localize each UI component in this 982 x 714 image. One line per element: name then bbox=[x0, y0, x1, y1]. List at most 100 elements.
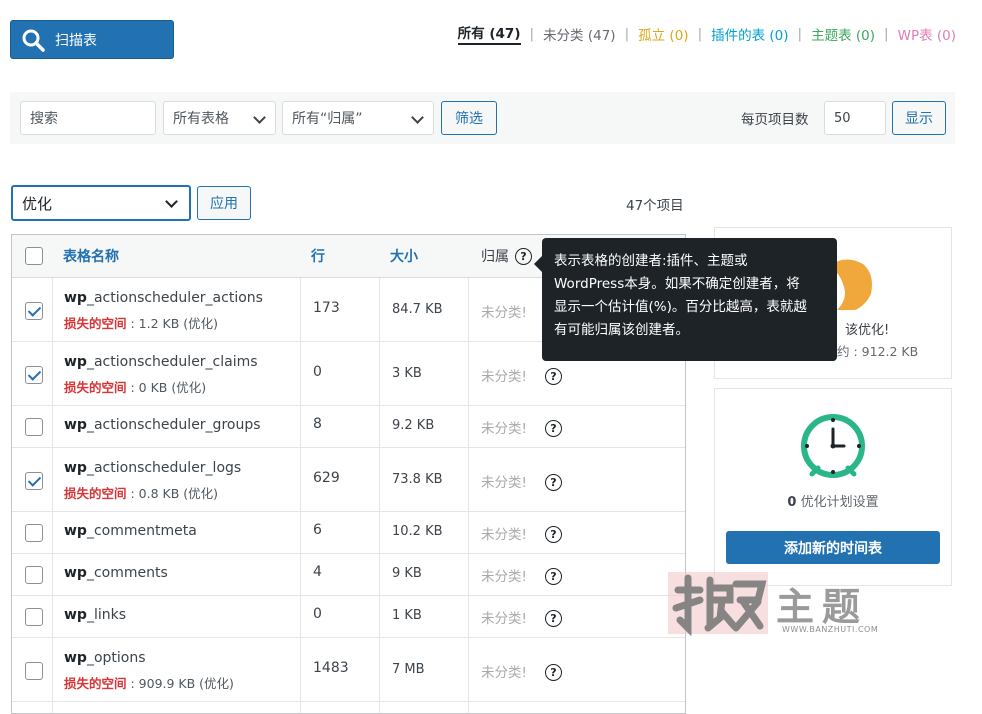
select-all-checkbox[interactable] bbox=[25, 247, 43, 265]
column-rows[interactable]: 行 bbox=[311, 235, 325, 277]
schedule-count-label: 优化计划设置 bbox=[796, 495, 879, 510]
filter-button[interactable]: 筛选 bbox=[441, 101, 497, 135]
row-checkbox[interactable] bbox=[25, 662, 43, 680]
optimize-title: 该优化! bbox=[845, 323, 890, 338]
table-size: 9.2 KB bbox=[392, 418, 435, 433]
add-schedule-button[interactable]: 添加新的时间表 bbox=[726, 531, 940, 564]
tab-orphan[interactable]: 孤立 (0) bbox=[638, 24, 688, 44]
table-size: 1 KB bbox=[392, 608, 422, 623]
row-checkbox[interactable] bbox=[25, 524, 43, 542]
table-type-select[interactable]: 所有表格 bbox=[163, 101, 276, 135]
table-size: 10.2 KB bbox=[392, 524, 443, 539]
table-name: _links bbox=[86, 607, 127, 623]
bulk-action-select[interactable]: 优化 bbox=[11, 185, 191, 221]
tab-separator: | bbox=[624, 25, 630, 42]
table-name-link[interactable]: wp_actionscheduler_claims bbox=[64, 354, 258, 370]
owner-select[interactable]: 所有“归属” bbox=[282, 101, 434, 135]
question-icon[interactable]: ? bbox=[545, 610, 562, 627]
table-prefix: wp bbox=[64, 607, 87, 623]
table-name-link[interactable]: wp_commentmeta bbox=[64, 523, 197, 539]
row-checkbox[interactable] bbox=[25, 366, 43, 384]
table-name-link[interactable]: wp_actionscheduler_groups bbox=[64, 417, 261, 433]
schedule-count: 0 优化计划设置 bbox=[715, 491, 951, 510]
table-name-link[interactable]: wp_comments bbox=[64, 565, 168, 581]
tooltip-line: 表示表格的创建者:插件、主题或 bbox=[554, 253, 748, 269]
table-prefix: wp bbox=[64, 417, 87, 433]
table-size: 9 KB bbox=[392, 566, 422, 581]
table-prefix: wp bbox=[64, 354, 87, 370]
question-icon[interactable]: ? bbox=[545, 526, 562, 543]
tab-uncategorized[interactable]: 未分类 (47) bbox=[543, 24, 616, 44]
table-owner: 未分类! bbox=[481, 527, 527, 543]
question-icon[interactable]: ? bbox=[545, 420, 562, 437]
row-checkbox[interactable] bbox=[25, 566, 43, 584]
lost-space: 损失的空间 : 909.9 KB (优化) bbox=[64, 673, 234, 692]
tab-plugin-tables[interactable]: 插件的表 (0) bbox=[711, 24, 788, 44]
row-checkbox[interactable] bbox=[25, 472, 43, 490]
table-row: wp_comments 4 9 KB 未分类!? bbox=[12, 553, 685, 596]
tooltip-line: WordPress本身。如果不确定创建者，将 bbox=[554, 276, 800, 292]
search-icon bbox=[22, 29, 45, 52]
lost-space-label: 损失的空间 bbox=[64, 380, 127, 395]
apply-button[interactable]: 应用 bbox=[197, 186, 251, 220]
scan-tables-button[interactable]: 扫描表 bbox=[10, 20, 174, 59]
table-row: wp_commentmeta 6 10.2 KB 未分类!? bbox=[12, 511, 685, 554]
lost-space-label: 损失的空间 bbox=[64, 316, 127, 331]
question-icon[interactable]: ? bbox=[545, 568, 562, 585]
column-size[interactable]: 大小 bbox=[390, 235, 418, 277]
row-checkbox[interactable] bbox=[25, 608, 43, 626]
lost-space-value[interactable]: : 1.2 KB (优化) bbox=[127, 316, 218, 331]
table-prefix: wp bbox=[64, 565, 87, 581]
row-count: 1483 bbox=[313, 660, 349, 676]
lost-space-label: 损失的空间 bbox=[64, 486, 127, 501]
table-owner: 未分类! bbox=[481, 611, 527, 627]
table-prefix: wp bbox=[64, 290, 87, 306]
tab-theme-tables[interactable]: 主题表 (0) bbox=[811, 24, 875, 44]
search-input[interactable]: 搜索 bbox=[20, 101, 156, 135]
row-checkbox[interactable] bbox=[25, 302, 43, 320]
table-prefix: wp bbox=[64, 460, 87, 476]
clock-icon bbox=[801, 414, 865, 478]
lost-space: 损失的空间 : 1.2 KB (优化) bbox=[64, 313, 218, 332]
row-count: 629 bbox=[313, 470, 340, 486]
lost-space-value[interactable]: : 0 KB (优化) bbox=[127, 380, 206, 395]
row-count: 0 bbox=[313, 364, 322, 380]
table-name-link[interactable]: wp_actionscheduler_logs bbox=[64, 460, 241, 476]
table-prefix: wp bbox=[64, 523, 87, 539]
table-owner: 未分类! bbox=[481, 369, 527, 385]
owner-help-tooltip: 表示表格的创建者:插件、主题或 WordPress本身。如果不确定创建者，将 显… bbox=[534, 238, 837, 361]
lost-space: 损失的空间 : 0 KB (优化) bbox=[64, 377, 206, 396]
per-page-label: 每页项目数 bbox=[741, 112, 809, 128]
table-name-link[interactable]: wp_links bbox=[64, 607, 126, 623]
question-icon[interactable]: ? bbox=[515, 247, 532, 265]
tab-separator: | bbox=[529, 25, 535, 42]
item-count: 47个项目 bbox=[626, 198, 684, 214]
question-icon[interactable]: ? bbox=[545, 368, 562, 385]
tooltip-line: 显示一个估计值(%)。百分比越高，表就越 bbox=[554, 299, 807, 315]
tab-wp-tables[interactable]: WP表 (0) bbox=[898, 24, 956, 44]
table-size: 73.8 KB bbox=[392, 472, 443, 487]
lost-space-label: 损失的空间 bbox=[64, 676, 127, 691]
show-button[interactable]: 显示 bbox=[892, 101, 946, 135]
row-count: 8 bbox=[313, 416, 322, 432]
table-size: 7 MB bbox=[392, 662, 425, 677]
lost-space-value[interactable]: : 909.9 KB (优化) bbox=[127, 676, 233, 691]
tab-separator: | bbox=[884, 25, 889, 42]
table-owner: 未分类! bbox=[481, 421, 527, 437]
tab-all[interactable]: 所有 (47) bbox=[457, 22, 521, 45]
question-icon[interactable]: ? bbox=[545, 664, 562, 681]
table-name-link[interactable]: wp_options bbox=[64, 650, 146, 666]
column-table-name[interactable]: 表格名称 bbox=[63, 235, 119, 277]
watermark-logo bbox=[672, 574, 767, 636]
table-prefix: wp bbox=[64, 650, 87, 666]
lost-space-value[interactable]: : 0.8 KB (优化) bbox=[127, 486, 218, 501]
per-page-input[interactable]: 50 bbox=[824, 101, 886, 135]
table-name-link[interactable]: wp_actionscheduler_actions bbox=[64, 290, 263, 306]
row-checkbox[interactable] bbox=[25, 418, 43, 436]
table-row: wp_actionscheduler_logs 损失的空间 : 0.8 KB (优… bbox=[12, 447, 685, 512]
column-owner: 归属 ? bbox=[481, 235, 532, 277]
question-icon[interactable]: ? bbox=[545, 474, 562, 491]
table-name: _comments bbox=[86, 565, 168, 581]
tab-separator: | bbox=[697, 25, 703, 42]
tooltip-line: 有可能归属该创建者。 bbox=[554, 322, 689, 338]
